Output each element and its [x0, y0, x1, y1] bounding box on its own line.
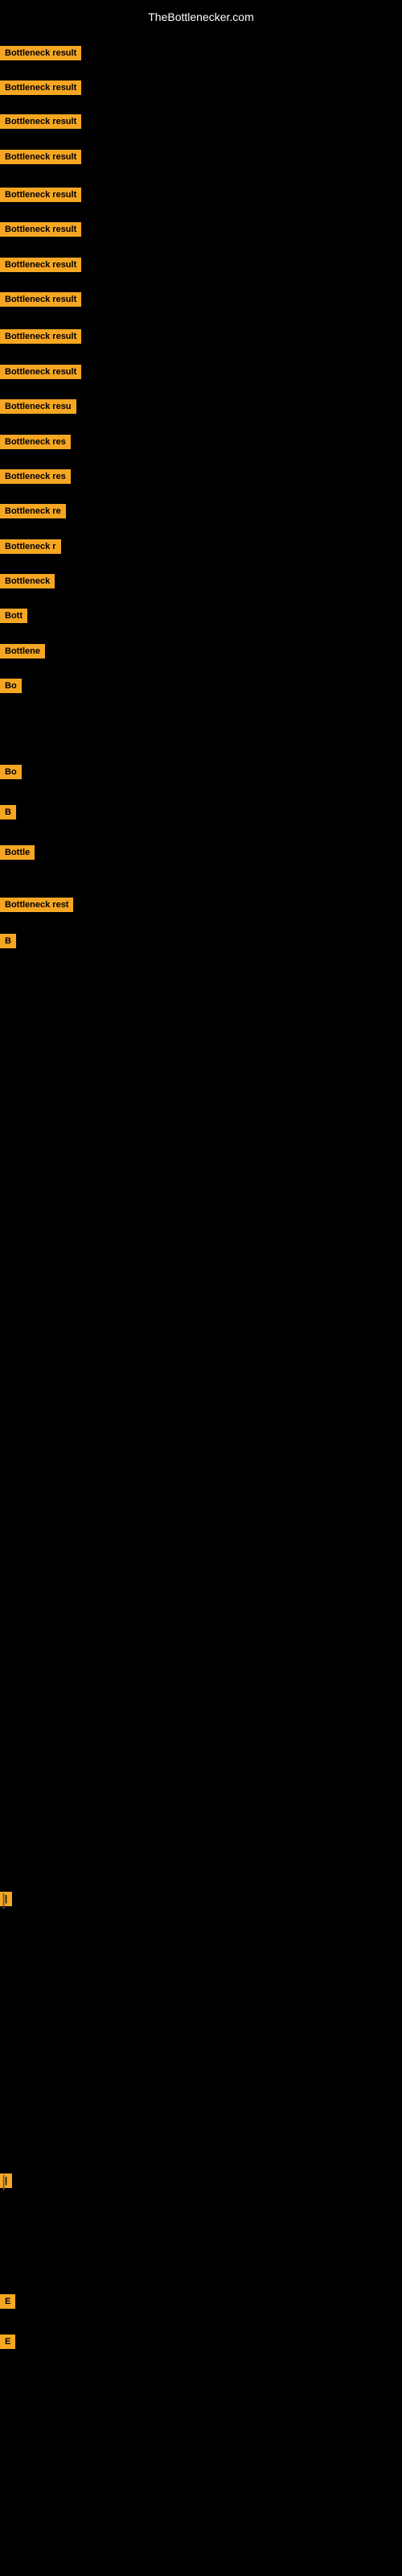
- bottleneck-badge: Bottleneck result: [0, 365, 81, 379]
- bottleneck-badge: Bottleneck: [0, 574, 55, 588]
- bottleneck-badge: Bottleneck re: [0, 504, 66, 518]
- bottleneck-badge: Bottleneck result: [0, 258, 81, 272]
- bottleneck-badge: Bottleneck res: [0, 469, 71, 484]
- bottleneck-badge: Bottleneck result: [0, 329, 81, 344]
- bottleneck-badge: Bottleneck resu: [0, 399, 76, 414]
- bottleneck-badge: Bottleneck rest: [0, 898, 73, 912]
- bottleneck-badge: Bo: [0, 679, 22, 693]
- bottleneck-badge: B: [0, 934, 16, 948]
- bottleneck-badge: Bottleneck r: [0, 539, 61, 554]
- bottleneck-badge: Bottleneck result: [0, 80, 81, 95]
- bottleneck-badge: Bottleneck result: [0, 188, 81, 202]
- bottleneck-badge: Bo: [0, 765, 22, 779]
- bottleneck-badge: Bottleneck result: [0, 222, 81, 237]
- bottleneck-badge-e2: E: [0, 2334, 15, 2349]
- bottleneck-badge: Bottleneck result: [0, 46, 81, 60]
- bottleneck-badge: Bott: [0, 609, 27, 623]
- bottleneck-badge: Bottle: [0, 845, 35, 860]
- bottleneck-badge: Bottleneck result: [0, 292, 81, 307]
- bottleneck-badge: B: [0, 805, 16, 819]
- bottleneck-badge: Bottlene: [0, 644, 45, 658]
- bottleneck-badge: Bottleneck res: [0, 435, 71, 449]
- bottleneck-badge: Bottleneck result: [0, 114, 81, 129]
- vertical-line-2: |: [2, 2174, 6, 2192]
- bottleneck-badge: Bottleneck result: [0, 150, 81, 164]
- bottleneck-badge-e1: E: [0, 2294, 15, 2309]
- vertical-line-1: |: [2, 1892, 6, 1910]
- site-title: TheBottlenecker.com: [0, 4, 402, 30]
